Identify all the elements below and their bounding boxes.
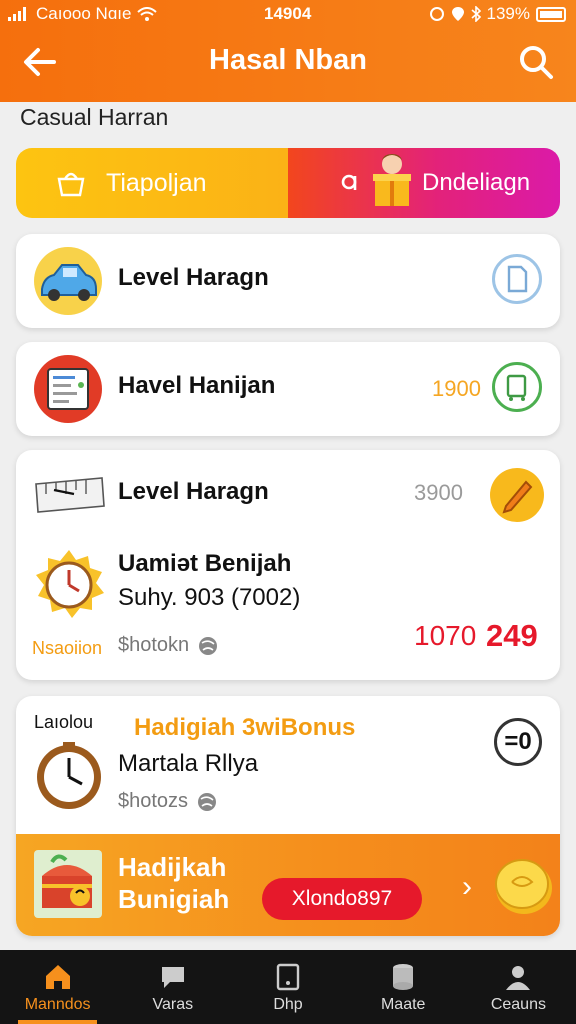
- tablet-icon: [276, 963, 300, 991]
- bottom-nav: Manndos Varas Dhp Maate Ceauns: [0, 950, 576, 1024]
- nav-label: Maate: [380, 996, 426, 1013]
- row-value: 3900: [414, 480, 463, 505]
- category-tabs: Tiapoljan Dndeliagn: [16, 148, 560, 218]
- nav-item-maate[interactable]: Maate: [346, 950, 461, 1024]
- banner-line1: Hadijkah: [118, 852, 227, 882]
- value-a: 1070: [414, 620, 477, 651]
- nav-label: Dhp: [273, 996, 303, 1013]
- row-title: Havel Hanijan: [118, 372, 276, 399]
- tab-label: Tiapoljan: [106, 168, 207, 197]
- basket-icon: [57, 172, 85, 197]
- chevron-right-icon[interactable]: ›: [462, 870, 472, 904]
- trolley-icon: [506, 374, 527, 401]
- battery-percent: 139%: [486, 4, 530, 23]
- shared-label: $hotozs: [118, 790, 189, 812]
- shared-label: $hotokn: [118, 634, 190, 656]
- tab-tiapoljan[interactable]: Tiapoljan: [16, 148, 288, 218]
- pencil-icon: [502, 480, 533, 514]
- bonus-title: Hadigiah 3wiBonus: [134, 714, 356, 741]
- document-icon: [507, 265, 528, 293]
- coin-icon: [490, 854, 554, 923]
- row-title: Level Haragn: [118, 264, 269, 291]
- timer-title: Uamiət Benijah: [118, 550, 292, 577]
- row-value: 1900: [432, 376, 481, 401]
- nav-item-dhp[interactable]: Dhp: [230, 950, 345, 1024]
- globe-icon: [198, 792, 217, 811]
- status-time: 14904: [264, 4, 312, 23]
- treasure-chest-icon: [32, 848, 104, 925]
- tab-label: Dndeliagn: [422, 169, 531, 196]
- clock-icon: [32, 740, 106, 819]
- list-item[interactable]: Havel Hanijan 1900: [16, 342, 560, 436]
- page-title: Hasal Nban: [209, 44, 367, 76]
- trolley-button[interactable]: [492, 362, 542, 412]
- chat-icon: [161, 967, 184, 988]
- row-title: Level Haragn: [118, 478, 269, 505]
- location-icon: [451, 7, 464, 21]
- promo-code-pill[interactable]: Xlondo897: [262, 878, 422, 920]
- nav-item-ceauns[interactable]: Ceauns: [461, 950, 576, 1024]
- nav-label: Manndos: [24, 996, 91, 1013]
- gift-box-icon: [373, 154, 411, 206]
- battery-icon: [536, 6, 566, 22]
- bonus-subtitle: Martala Rllya: [118, 750, 259, 777]
- banner-line2: Bunigiah: [118, 884, 230, 914]
- status-carrier: Caıooo Nɑıe: [8, 4, 158, 24]
- bluetooth-icon: [470, 6, 481, 22]
- status-right: 139%: [429, 4, 566, 24]
- home-icon: [45, 965, 70, 989]
- timer-tag: Nsaoiion: [32, 638, 103, 658]
- nav-label: Varas: [152, 996, 194, 1013]
- app-header: Caıooo Nɑıe 14904 139% Hasal Nban: [0, 0, 576, 102]
- bonus-badge[interactable]: =0: [494, 718, 542, 766]
- status-bar: Caıooo Nɑıe 14904 139%: [0, 0, 576, 28]
- nav-item-varas[interactable]: Varas: [115, 950, 230, 1024]
- shared-label-row: $hotozs: [118, 790, 218, 813]
- stopwatch-icon: [32, 548, 106, 627]
- timer-subtitle: Suhy. 903 (7002): [118, 584, 301, 611]
- ruler-icon: [34, 472, 106, 523]
- pencil-button[interactable]: [490, 468, 544, 522]
- cylinder-icon: [393, 964, 414, 990]
- user-icon: [506, 966, 531, 990]
- search-icon: [520, 46, 553, 79]
- list-item[interactable]: Level Haragn: [16, 234, 560, 328]
- search-button[interactable]: [516, 42, 556, 82]
- bonus-overline: Laıolou: [34, 712, 94, 732]
- wifi-icon: [137, 7, 158, 21]
- section-label: Casual Harran: [20, 104, 169, 130]
- globe-icon: [199, 636, 218, 655]
- tab-dndeliagn[interactable]: Dndeliagn: [288, 148, 560, 218]
- reward-banner[interactable]: Hadijkah Bunigiah Xlondo897 ›: [16, 834, 560, 936]
- list-item[interactable]: Level Haragn 3900 Uamiət Benijah Suhy. 9…: [16, 450, 560, 680]
- document-button[interactable]: [492, 254, 542, 304]
- search-small-icon: [341, 174, 357, 190]
- value-b: 249: [486, 618, 538, 653]
- nav-item-manndos[interactable]: Manndos: [0, 950, 115, 1024]
- car-icon: [34, 247, 102, 315]
- carrier-label: Caıooo Nɑıe: [36, 4, 132, 23]
- shared-label-row: $hotokn: [118, 634, 219, 657]
- alarm-icon: [429, 7, 444, 21]
- checklist-icon: [34, 355, 102, 423]
- nav-label: Ceauns: [490, 996, 546, 1013]
- signal-icon: [8, 7, 26, 21]
